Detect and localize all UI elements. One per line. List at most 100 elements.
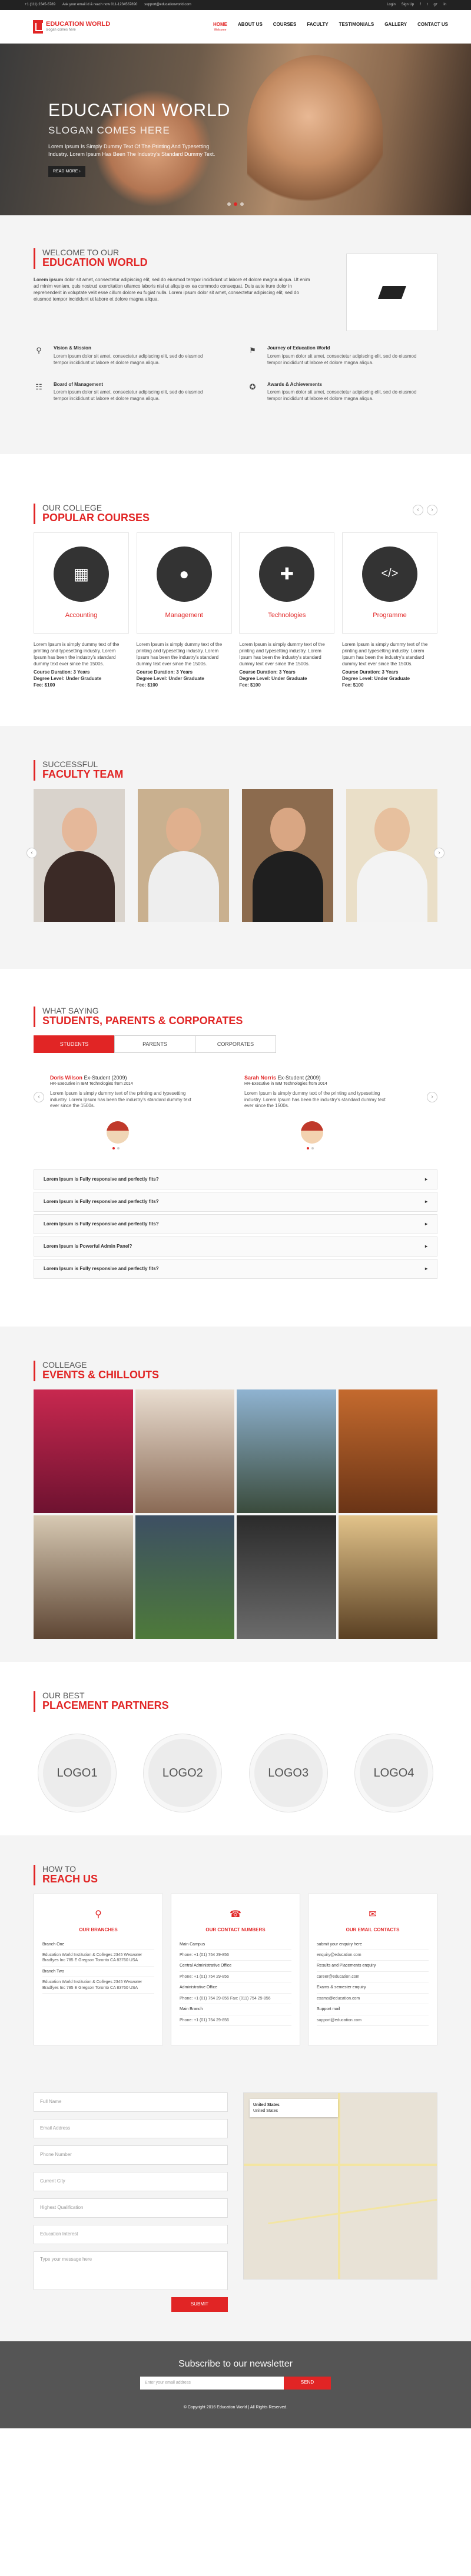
tab-corporates[interactable]: CORPORATES [195, 1035, 276, 1054]
welcome-section: WELCOME TO OUR EDUCATION WORLD Lorem ipsu… [0, 215, 471, 454]
next-arrow-icon[interactable]: › [427, 505, 437, 515]
logo-book-icon [33, 20, 43, 34]
faculty-photo[interactable] [242, 789, 333, 922]
enquiry-form: Full Name Email Address Phone Number Cur… [34, 2092, 228, 2312]
events-section: COLLEAGE EVENTS & CHILLOUTS [0, 1327, 471, 1662]
gallery-photo[interactable] [34, 1389, 133, 1514]
hero-text: Lorem Ipsum Is Simply Dummy Text Of The … [48, 144, 215, 157]
tab-parents[interactable]: PARENTS [114, 1035, 195, 1054]
faculty-photo[interactable] [138, 789, 229, 922]
feature-awards: ✪ Awards & Achievements Lorem ipsum dolor … [247, 382, 437, 402]
testimonials-title: WHAT SAYING STUDENTS, PARENTS & CORPORATE… [34, 1006, 437, 1028]
login-link[interactable]: Login [387, 3, 396, 6]
gallery-photo[interactable] [34, 1515, 133, 1639]
expand-icon: ▸ [424, 1198, 427, 1204]
city-input[interactable]: Current City [34, 2172, 228, 2192]
graduation-cap-icon [377, 286, 406, 299]
gallery-photo[interactable] [135, 1515, 234, 1639]
map-info-box: United States United States [250, 2099, 338, 2118]
expand-icon: ▸ [424, 1176, 427, 1182]
googleplus-icon[interactable]: g+ [433, 3, 437, 6]
map[interactable]: United States United States [243, 2092, 437, 2280]
nav-about[interactable]: ABOUT US [233, 22, 268, 32]
logo[interactable]: EDUCATION WORLD slogan comes here [33, 20, 110, 34]
gallery-photo[interactable] [135, 1389, 234, 1514]
nav-faculty[interactable]: FACULTY [301, 22, 333, 32]
faq-item[interactable]: Lorem Ipsum is Fully responsive and perf… [34, 1192, 437, 1212]
signup-link[interactable]: Sign Up [402, 3, 414, 6]
faq-item[interactable]: Lorem Ipsum is Powerful Admin Panel? ▸ [34, 1237, 437, 1257]
slider-dot[interactable] [234, 202, 237, 206]
gallery-photo[interactable] [338, 1389, 437, 1514]
courses-section: OUR COLLEGE POPULAR COURSES ‹ › ▦ Accountin… [0, 454, 471, 726]
partner-logo[interactable]: LOGO1 [38, 1734, 116, 1812]
nav-gallery[interactable]: GALLERY [379, 22, 412, 32]
faculty-photo[interactable] [34, 789, 125, 922]
read-more-button[interactable]: READ MORE › [48, 165, 85, 178]
calculator-icon: ▦ [54, 546, 109, 602]
nav-home[interactable]: HOME Welcome [208, 22, 233, 32]
newsletter: Subscribe to our newsletter Enter your e… [0, 2341, 471, 2429]
newsletter-title: Subscribe to our newsletter [178, 2359, 293, 2370]
facebook-icon[interactable]: f [420, 3, 421, 6]
expand-icon: ▸ [424, 1243, 427, 1249]
partner-logo[interactable]: LOGO4 [354, 1734, 433, 1812]
full-name-input[interactable]: Full Name [34, 2092, 228, 2112]
course-card[interactable]: ✚ Technologies Lorem Ipsum is simply dummy… [239, 532, 335, 689]
linkedin-icon[interactable]: in [443, 3, 446, 6]
map-pin-icon: ⚲ [95, 1909, 102, 1920]
newsletter-send-button[interactable]: SEND [284, 2376, 331, 2390]
user-icon: ● [156, 546, 212, 602]
faculty-section: SUCCESSFUL FACULTY TEAM ‹ › [0, 726, 471, 969]
email-input[interactable]: Email Address [34, 2119, 228, 2139]
gallery-photo[interactable] [338, 1515, 437, 1639]
hero-slider: EDUCATION WORLD SLOGAN COMES HERE Lorem … [0, 44, 471, 215]
course-card[interactable]: ● Management Lorem Ipsum is simply dummy t… [136, 532, 232, 689]
hero-title: EDUCATION WORLD [48, 101, 231, 120]
main-nav: HOME Welcome ABOUT US COURSES FACULTY TES… [208, 22, 453, 32]
contact-section: HOW TO REACH US ⚲ OUR BRANCHES Branch One Ed… [0, 1835, 471, 2429]
nav-testimonials[interactable]: TESTIMONIALS [334, 22, 380, 32]
next-arrow-icon[interactable]: › [427, 1092, 437, 1103]
prev-arrow-icon[interactable]: ‹ [413, 505, 423, 515]
tab-students[interactable]: STUDENTS [34, 1035, 115, 1054]
phone-icon: ☎ [230, 1909, 241, 1920]
journey-icon: ⚑ [249, 346, 256, 355]
emails-card: ✉ OUR EMAIL CONTACTS submit your enquiry h… [308, 1894, 437, 2046]
hero-slogan: SLOGAN COMES HERE [48, 124, 170, 136]
phone-input[interactable]: Phone Number [34, 2145, 228, 2165]
slider-dot[interactable] [240, 202, 244, 206]
partner-logo[interactable]: LOGO3 [249, 1734, 327, 1812]
hero-image-figure [247, 55, 383, 208]
faq-item[interactable]: Lorem Ipsum is Fully responsive and perf… [34, 1214, 437, 1235]
slider-dot[interactable] [227, 202, 231, 206]
phones-card: ☎ OUR CONTACT NUMBERS Main Campus Phone: +1… [171, 1894, 300, 2046]
support-email[interactable]: support@educationworld.com [144, 3, 191, 6]
prev-arrow-icon[interactable]: ‹ [34, 1092, 44, 1103]
vision-icon: ⚲ [36, 346, 42, 355]
twitter-icon[interactable]: t [427, 3, 428, 6]
slider-dots [227, 202, 244, 206]
nav-courses[interactable]: COURSES [268, 22, 302, 32]
events-title: COLLEAGE EVENTS & CHILLOUTS [34, 1360, 437, 1382]
faq-item[interactable]: Lorem Ipsum is Fully responsive and perf… [34, 1169, 437, 1190]
qualification-input[interactable]: Highest Qualification [34, 2198, 228, 2218]
interest-input[interactable]: Education Interest [34, 2225, 228, 2245]
next-arrow-icon[interactable]: › [434, 848, 445, 859]
faq-item[interactable]: Lorem Ipsum is Fully responsive and perf… [34, 1259, 437, 1279]
newsletter-email-input[interactable]: Enter your email address [140, 2376, 284, 2390]
gallery-photo[interactable] [237, 1515, 336, 1639]
gallery-photo[interactable] [237, 1389, 336, 1514]
courses-title: OUR COLLEGE POPULAR COURSES [34, 503, 437, 525]
nav-contact[interactable]: CONTACT US [412, 22, 453, 32]
message-textarea[interactable]: Type your message here [34, 2251, 228, 2291]
course-card[interactable]: ▦ Accounting Lorem Ipsum is simply dummy t… [34, 532, 129, 689]
course-card[interactable]: </> Programme Lorem Ipsum is simply dummy … [341, 532, 437, 689]
partner-logo[interactable]: LOGO2 [144, 1734, 222, 1812]
submit-button[interactable]: SUBMIT [171, 2297, 228, 2312]
partners-title: OUR BEST PLACEMENT PARTNERS [34, 1691, 437, 1712]
top-bar: +1 (111) 2345-6789 Ask your email id & re… [0, 0, 471, 10]
avatar [107, 1121, 129, 1144]
avatar [301, 1121, 323, 1144]
faculty-photo[interactable] [346, 789, 437, 922]
